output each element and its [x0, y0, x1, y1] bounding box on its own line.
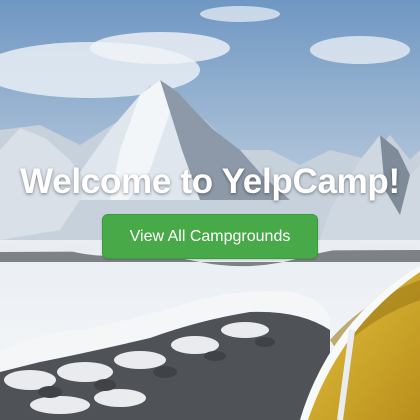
hero-overlay: Welcome to YelpCamp! View All Campground… [0, 0, 420, 420]
view-all-campgrounds-button[interactable]: View All Campgrounds [102, 214, 318, 259]
page-title: Welcome to YelpCamp! [20, 162, 400, 201]
hero-section: Welcome to YelpCamp! View All Campground… [0, 0, 420, 420]
